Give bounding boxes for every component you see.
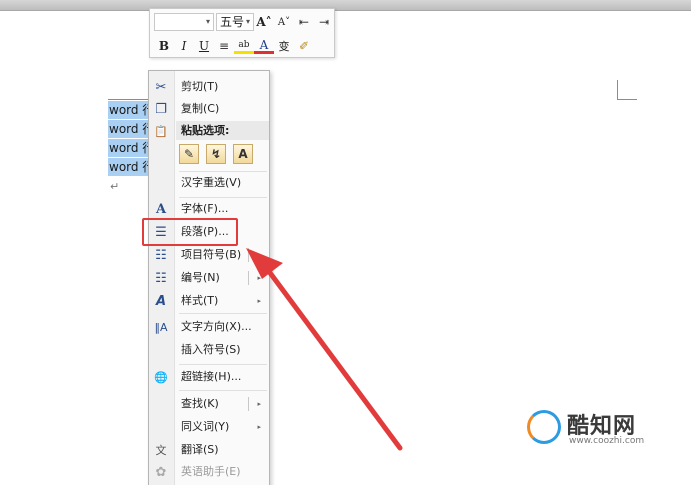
menu-separator	[179, 313, 267, 314]
increase-indent-icon[interactable]: ⇥	[314, 12, 334, 32]
font-size-dropdown[interactable]: 五号 ▾	[216, 13, 254, 31]
menu-item-label: 复制(C)	[181, 102, 220, 115]
chevron-down-icon: ▾	[205, 17, 210, 26]
split-button-divider	[248, 248, 249, 262]
menu-item-label: 汉字重选(V)	[181, 176, 242, 189]
menu-item-styles[interactable]: A 样式(T) ▸	[149, 290, 269, 312]
menu-item-label: 粘贴选项:	[181, 124, 230, 137]
numbering-icon: ☷	[155, 270, 167, 286]
submenu-arrow-icon[interactable]: ▸	[257, 393, 261, 415]
shrink-font-icon[interactable]: A˅	[274, 12, 294, 32]
menu-separator	[179, 364, 267, 365]
split-button-divider	[248, 271, 249, 285]
watermark-url: www.coozhi.com	[569, 436, 645, 446]
phonetic-guide-icon[interactable]: 变	[274, 36, 294, 56]
menu-item-font[interactable]: A 字体(F)...	[149, 198, 269, 220]
submenu-arrow-icon[interactable]: ▸	[257, 244, 261, 266]
window-top-bar	[0, 0, 691, 11]
page-margin-corner-left	[108, 86, 150, 100]
decrease-indent-icon[interactable]: ⇤	[294, 12, 314, 32]
mini-toolbar-row-2: B I U ≡ ab A 变 ✐	[154, 36, 314, 56]
menu-item-cut[interactable]: ✂ 剪切(T)	[149, 76, 269, 98]
page-margin-corner-right	[617, 80, 637, 100]
menu-item-label: 编号(N)	[181, 271, 220, 284]
copy-icon: ❐	[155, 101, 167, 117]
paste-merge-format-icon[interactable]: ↯	[206, 144, 226, 164]
translate-icon: 文	[155, 444, 167, 457]
selected-text-line[interactable]: word 行	[108, 158, 150, 176]
paste-text-only-icon[interactable]: A	[233, 144, 253, 164]
bold-icon[interactable]: B	[154, 36, 174, 56]
menu-item-translate[interactable]: 文 翻译(S)	[149, 439, 269, 461]
mini-toolbar-row-1: ▾ 五号 ▾ A˄ A˅ ⇤ ⇥	[154, 12, 334, 32]
highlight-icon[interactable]: ab	[234, 38, 254, 54]
split-button-divider	[248, 397, 249, 411]
styles-icon: A	[155, 293, 167, 309]
menu-item-label: 查找(K)	[181, 397, 219, 410]
font-color-icon[interactable]: A	[254, 38, 274, 54]
menu-item-label: 文字方向(X)...	[181, 320, 252, 333]
menu-item-find[interactable]: 查找(K) ▸	[149, 393, 269, 415]
menu-item-hyperlink[interactable]: 🌐 超链接(H)...	[149, 366, 269, 388]
menu-item-label: 翻译(S)	[181, 443, 219, 456]
english-assistant-icon: ✿	[155, 464, 167, 480]
submenu-arrow-icon[interactable]: ▸	[257, 267, 261, 289]
selected-text-line[interactable]: word 行	[108, 101, 150, 119]
selected-text-line[interactable]: word 行	[108, 139, 150, 157]
menu-item-copy[interactable]: ❐ 复制(C)	[149, 98, 269, 120]
menu-item-label: 英语助手(E)	[181, 465, 241, 478]
menu-item-synonyms[interactable]: 同义词(Y) ▸	[149, 416, 269, 438]
bullets-icon: ☷	[155, 247, 167, 263]
annotation-highlight-box	[142, 218, 238, 246]
paste-keep-format-icon[interactable]: ✎	[179, 144, 199, 164]
submenu-arrow-icon: ▸	[257, 423, 261, 431]
menu-item-insert-symbol[interactable]: 插入符号(S)	[149, 339, 269, 361]
menu-item-bullets[interactable]: ☷ 项目符号(B) ▸	[149, 244, 269, 266]
format-painter-icon[interactable]: ✐	[294, 36, 314, 56]
menu-item-label: 插入符号(S)	[181, 343, 241, 356]
underline-icon[interactable]: U	[194, 36, 214, 56]
font-size-value: 五号	[220, 15, 245, 29]
font-icon: A	[155, 201, 167, 217]
hyperlink-icon: 🌐	[154, 370, 168, 384]
submenu-arrow-icon: ▸	[257, 297, 261, 305]
coozhi-logo-icon	[527, 410, 561, 444]
font-name-dropdown[interactable]: ▾	[154, 13, 214, 31]
menu-item-label: 同义词(Y)	[181, 420, 230, 433]
selected-text-line[interactable]: word 行	[108, 120, 150, 138]
menu-item-label: 字体(F)...	[181, 202, 229, 215]
menu-item-label: 超链接(H)...	[181, 370, 242, 383]
menu-item-paste-options: 📋 粘贴选项:	[149, 120, 269, 142]
menu-item-reselect-hanzi[interactable]: 汉字重选(V)	[149, 172, 269, 194]
mini-toolbar: ▾ 五号 ▾ A˄ A˅ ⇤ ⇥ B I U ≡ ab A 变 ✐	[149, 8, 335, 58]
text-direction-icon: ‖A	[154, 320, 168, 334]
chevron-down-icon: ▾	[245, 17, 250, 26]
grow-font-icon[interactable]: A˄	[254, 12, 274, 32]
center-align-icon[interactable]: ≡	[214, 36, 234, 56]
menu-item-english-assistant: ✿ 英语助手(E)	[149, 461, 269, 483]
menu-item-label: 样式(T)	[181, 294, 219, 307]
paragraph-mark: ↵	[110, 180, 120, 193]
watermark: 酷知网 www.coozhi.com	[527, 408, 687, 448]
menu-separator	[179, 390, 267, 391]
menu-item-numbering[interactable]: ☷ 编号(N) ▸	[149, 267, 269, 289]
menu-item-label: 项目符号(B)	[181, 248, 242, 261]
italic-icon[interactable]: I	[174, 36, 194, 56]
menu-item-text-direction[interactable]: ‖A 文字方向(X)...	[149, 316, 269, 338]
context-menu: ✂ 剪切(T) ❐ 复制(C) 📋 粘贴选项: ✎ ↯ A 汉字重选(V) A …	[148, 70, 270, 485]
menu-item-label: 剪切(T)	[181, 80, 219, 93]
cut-icon: ✂	[155, 79, 167, 95]
paste-icon: 📋	[154, 124, 168, 138]
